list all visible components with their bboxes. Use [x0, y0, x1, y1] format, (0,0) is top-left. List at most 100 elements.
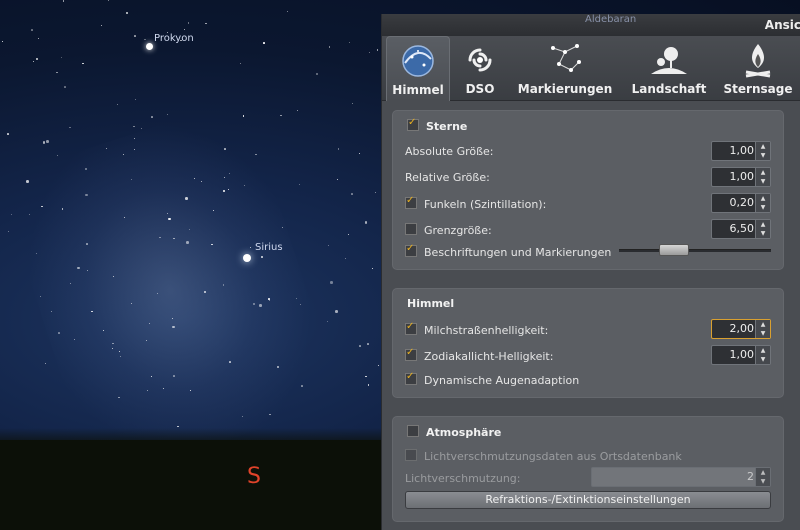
background-star — [229, 361, 231, 363]
milchstrasse-row[interactable]: Milchstraßenhelligkeit: — [405, 321, 549, 337]
background-star — [33, 60, 35, 62]
augenadaption-checkbox[interactable] — [405, 371, 417, 385]
funkeln-checkbox[interactable] — [405, 195, 417, 209]
milchstrasse-label: Milchstraßenhelligkeit: — [424, 324, 549, 337]
background-star — [367, 343, 369, 345]
background-star — [46, 140, 49, 143]
background-star — [223, 176, 225, 178]
background-star — [298, 184, 300, 186]
background-star — [315, 72, 319, 76]
zodiakallicht-row[interactable]: Zodiakallicht-Helligkeit: — [405, 347, 554, 363]
tab-markierungen[interactable]: Markierungen — [514, 36, 616, 100]
atmosphaere-checkbox[interactable] — [407, 425, 419, 437]
grenzgroesse-checkbox[interactable] — [405, 223, 417, 235]
augenadaption-row[interactable]: Dynamische Augenadaption — [405, 371, 580, 387]
atmosphaere-title[interactable]: Atmosphäre — [407, 425, 501, 439]
background-star — [148, 322, 150, 324]
background-star — [172, 325, 175, 329]
background-star — [186, 241, 189, 244]
landscape-icon — [649, 40, 689, 83]
tab-himmel[interactable]: Himmel — [386, 36, 450, 101]
absolute-groesse-value: 1,00 — [729, 144, 755, 157]
background-star — [159, 236, 161, 239]
absolute-groesse-spinbox[interactable]: 1,00 ▲ ▼ — [711, 141, 771, 161]
grenzgroesse-row[interactable]: Grenzgröße: — [405, 223, 492, 237]
beschriftungen-slider-track[interactable] — [619, 249, 771, 252]
zodiakallicht-label: Zodiakallicht-Helligkeit: — [424, 350, 554, 363]
star-label-prokyon: Prokyon — [154, 33, 194, 44]
background-star — [263, 42, 265, 44]
background-star — [188, 228, 190, 230]
window-title: Ansic — [764, 18, 800, 32]
background-star — [64, 86, 66, 88]
background-star — [301, 385, 303, 387]
background-star — [144, 38, 146, 41]
background-star — [1, 41, 3, 43]
background-star — [45, 363, 47, 365]
beschriftungen-slider-handle[interactable] — [658, 244, 689, 256]
background-star — [368, 51, 370, 53]
background-star — [364, 221, 368, 224]
background-star — [351, 102, 354, 105]
background-star — [91, 310, 93, 313]
tab-himmel-label: Himmel — [392, 83, 444, 97]
background-star — [378, 364, 380, 366]
background-star — [125, 11, 129, 15]
background-star — [173, 375, 175, 377]
grenzgroesse-spinbox[interactable]: 6,50 ▲ ▼ — [711, 219, 771, 239]
zodiakallicht-value: 1,00 — [729, 348, 755, 361]
background-star — [85, 193, 88, 197]
lichtdaten-row[interactable]: Lichtverschmutzungsdaten aus Ortsdatenba… — [405, 449, 682, 463]
zodiakallicht-spinbox[interactable]: 1,00 ▲ ▼ — [711, 345, 771, 365]
background-star — [344, 257, 346, 259]
milchstrasse-checkbox[interactable] — [405, 321, 417, 335]
background-star — [35, 57, 39, 60]
zodiakallicht-checkbox[interactable] — [405, 347, 417, 361]
funkeln-spinbox[interactable]: 0,20 ▲ ▼ — [711, 193, 771, 213]
background-star — [151, 116, 153, 118]
background-star — [37, 37, 40, 40]
grenzgroesse-stepper[interactable]: ▲ ▼ — [755, 220, 770, 238]
sterne-title[interactable]: Sterne — [407, 117, 467, 133]
background-star — [371, 267, 374, 270]
tab-dso[interactable]: DSO — [452, 36, 508, 100]
background-star — [296, 109, 299, 112]
beschriftungen-row[interactable]: Beschriftungen und Markierungen — [405, 243, 611, 259]
group-himmel: Himmel Milchstraßenhelligkeit: 2,00 ▲▼ Z… — [392, 288, 784, 398]
background-star — [171, 317, 173, 319]
absolute-groesse-stepper[interactable]: ▲ ▼ — [755, 142, 770, 160]
sterne-checkbox[interactable] — [407, 117, 419, 131]
background-star — [359, 345, 361, 347]
milchstrasse-spinbox[interactable]: 2,00 ▲ ▼ — [711, 319, 771, 339]
star-prokyon[interactable] — [146, 43, 153, 50]
milchstrasse-value: 2,00 — [729, 322, 755, 335]
background-star — [86, 243, 88, 245]
zodiakallicht-stepper[interactable]: ▲ ▼ — [755, 346, 770, 364]
lichtdaten-checkbox[interactable] — [405, 449, 417, 461]
funkeln-stepper[interactable]: ▲ ▼ — [755, 194, 770, 212]
star-sirius[interactable] — [243, 254, 251, 262]
background-star — [268, 300, 270, 302]
lichtverschmutzung-stepper[interactable]: ▲ ▼ — [755, 468, 770, 486]
tab-landschaft[interactable]: Landschaft — [626, 36, 712, 100]
funkeln-row[interactable]: Funkeln (Szintillation): — [405, 195, 546, 211]
background-star — [135, 99, 137, 101]
lichtverschmutzung-spinbox[interactable]: 2 ▲ ▼ — [591, 467, 771, 487]
background-star — [60, 57, 62, 59]
milchstrasse-stepper[interactable]: ▲ ▼ — [755, 320, 770, 338]
lichtverschmutzung-value: 2 — [747, 470, 754, 483]
background-star — [336, 178, 338, 180]
grenzgroesse-label: Grenzgröße: — [424, 224, 492, 237]
background-star — [26, 180, 29, 183]
tab-sternsage[interactable]: Sternsage — [716, 36, 800, 100]
background-star — [146, 389, 148, 391]
campfire-icon — [738, 40, 778, 83]
beschriftungen-checkbox[interactable] — [405, 243, 417, 257]
grenzgroesse-value: 6,50 — [729, 222, 755, 235]
refraktion-button[interactable]: Refraktions-/Extinktionseinstellungen — [405, 491, 771, 509]
background-star — [134, 35, 136, 37]
relative-groesse-spinbox[interactable]: 1,00 ▲ ▼ — [711, 167, 771, 187]
relative-groesse-stepper[interactable]: ▲ ▼ — [755, 168, 770, 186]
augenadaption-label: Dynamische Augenadaption — [424, 374, 580, 387]
tab-markierungen-label: Markierungen — [517, 82, 613, 96]
